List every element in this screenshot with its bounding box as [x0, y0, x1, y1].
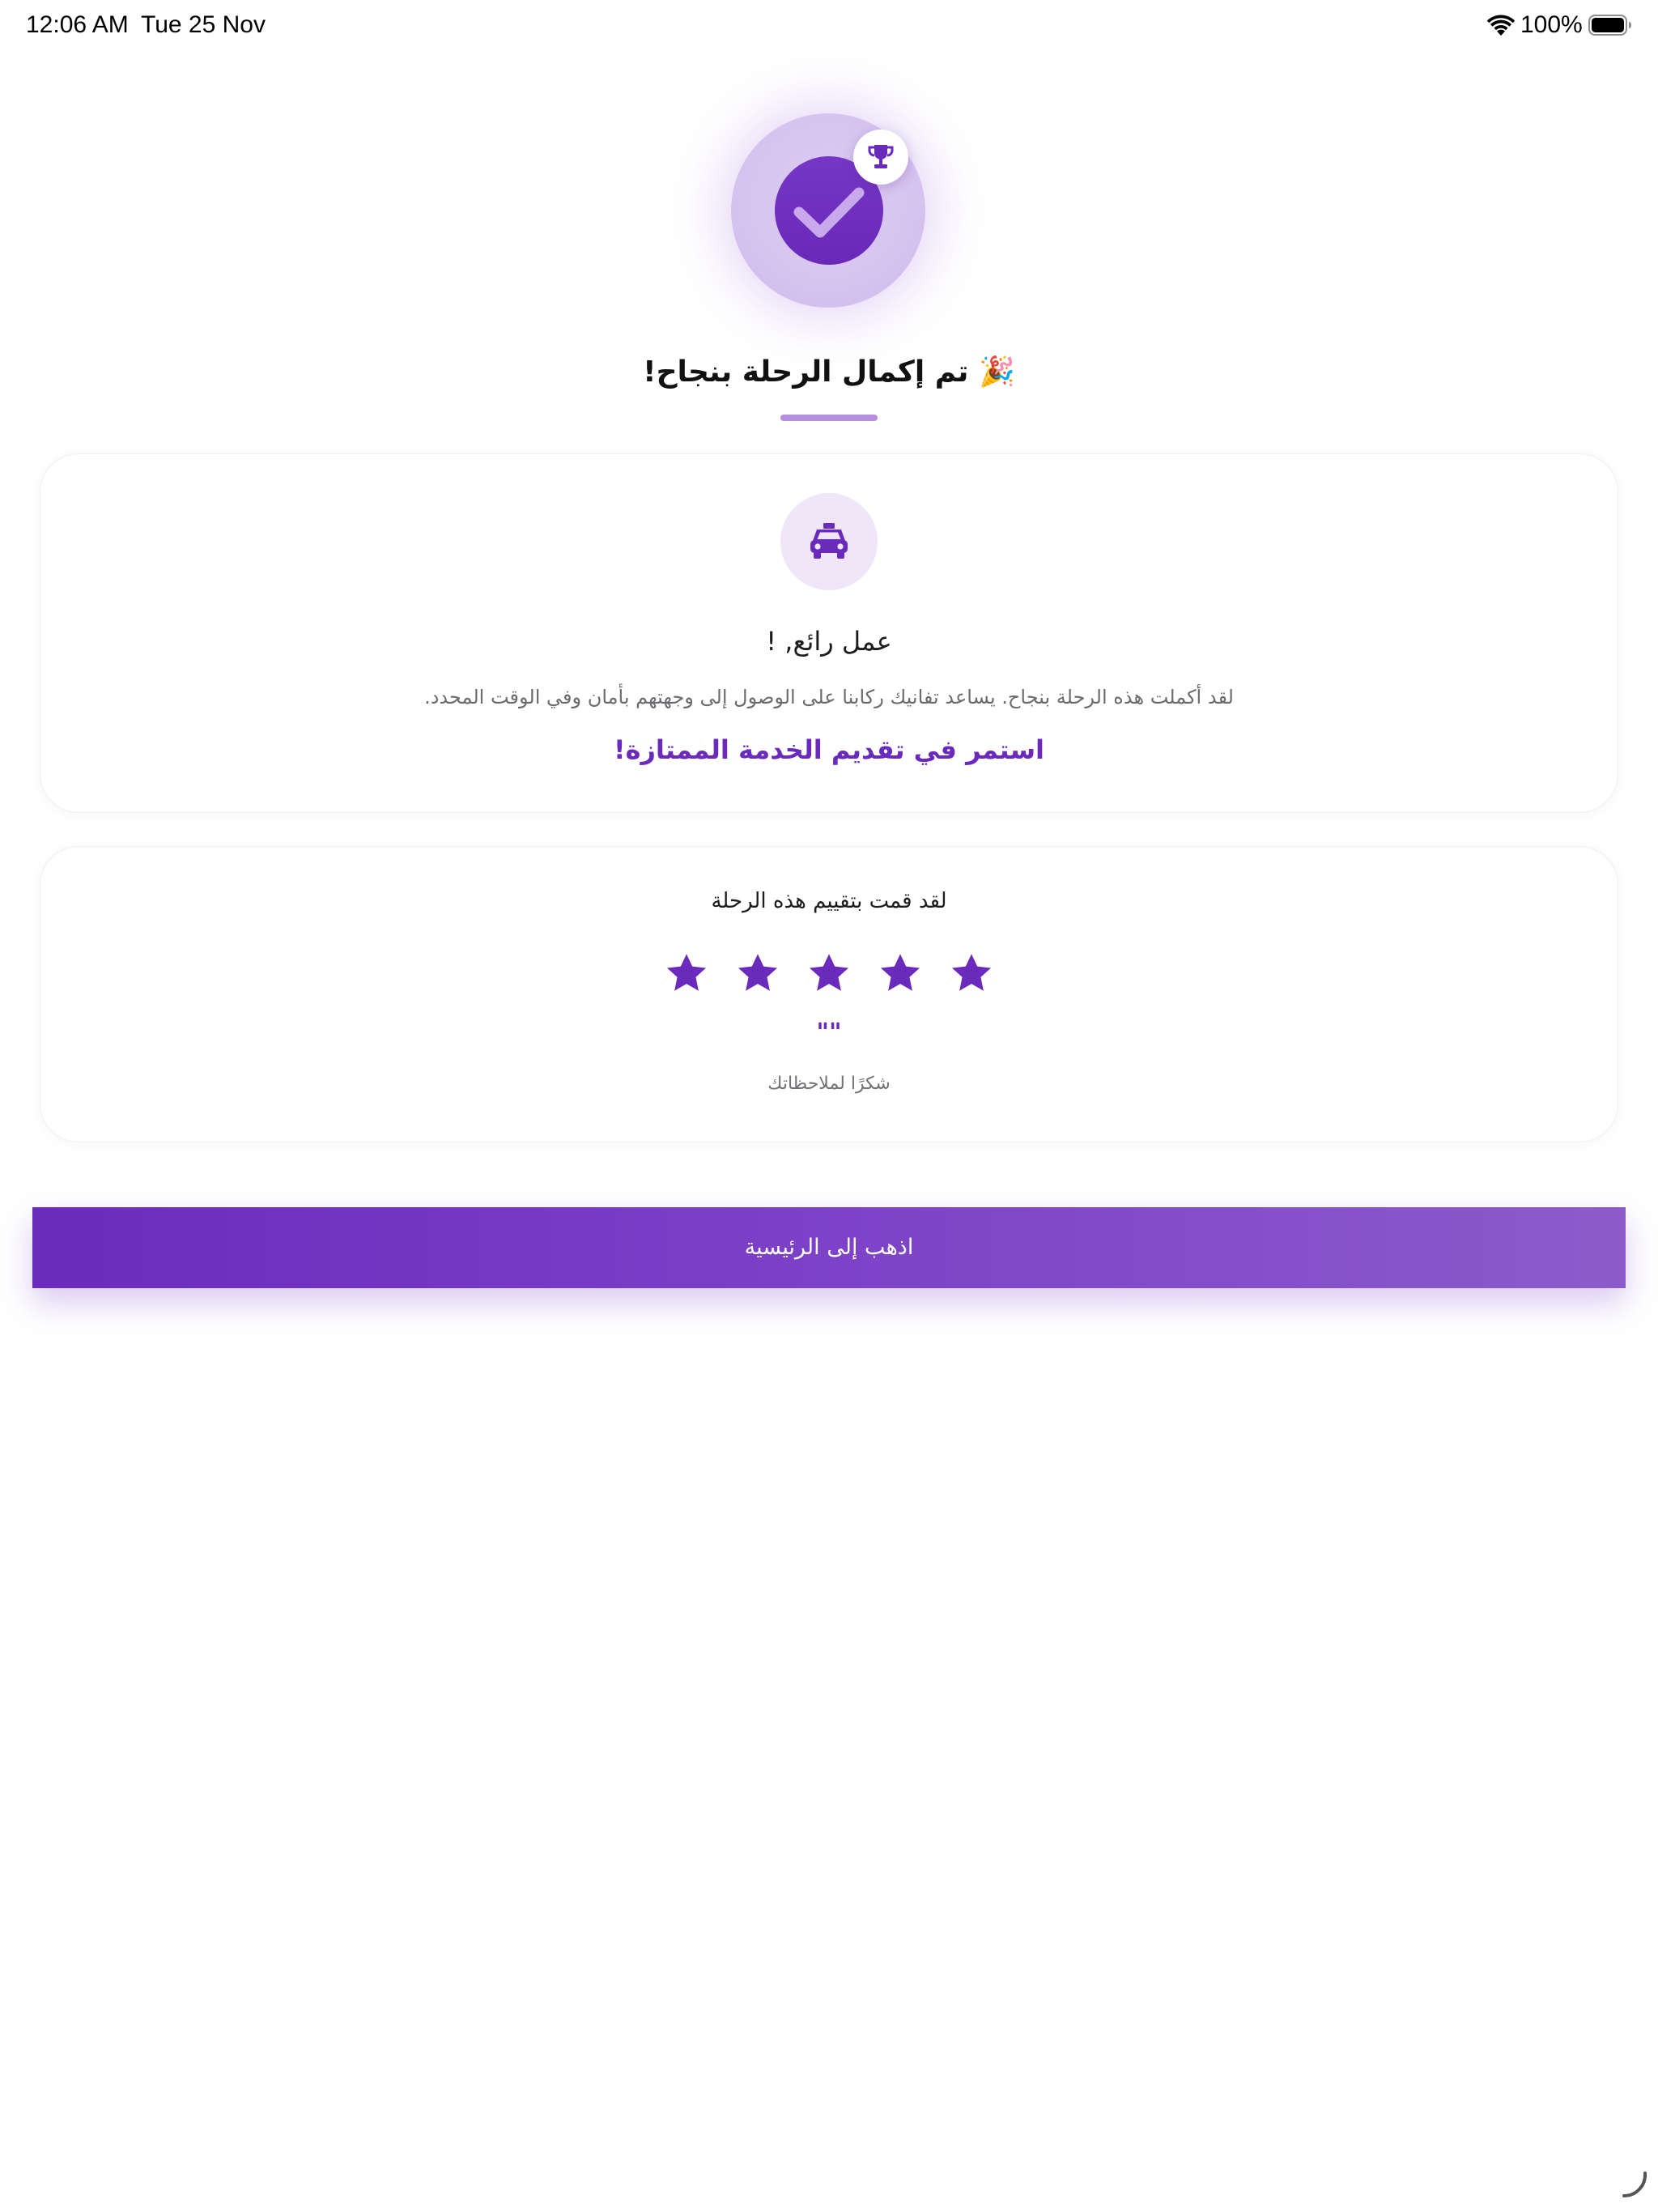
star-icon — [880, 954, 920, 991]
status-bar: 12:06 AM Tue 25 Nov 100% — [0, 0, 1658, 52]
taxi-icon-circle — [780, 493, 878, 590]
card-encouragement: استمر في تقديم الخدمة الممتازة! — [613, 734, 1044, 765]
star-icon — [666, 954, 707, 991]
star-icon — [809, 954, 849, 991]
loading-spinner-icon — [1622, 2172, 1647, 2198]
trip-success-card: عمل رائع, ! لقد أكملت هذه الرحلة بنجاح. … — [40, 453, 1618, 813]
star-icon — [951, 954, 992, 991]
rating-comment: "" — [816, 1019, 842, 1047]
go-home-button[interactable]: اذهب إلى الرئيسية — [32, 1207, 1626, 1288]
rating-heading: لقد قمت بتقييم هذه الرحلة — [711, 889, 947, 913]
status-date: Tue 25 Nov — [141, 11, 266, 38]
status-time: 12:06 AM — [26, 11, 129, 38]
trophy-badge — [853, 130, 908, 185]
taxi-icon — [810, 523, 848, 559]
wifi-icon — [1486, 15, 1516, 36]
page-title: 🎉 تم إكمال الرحلة بنجاح! — [643, 355, 1015, 389]
title-underline — [780, 415, 878, 421]
star-icon — [738, 954, 778, 991]
trip-completed-screen: 12:06 AM Tue 25 Nov 100% 🎉 تم إكمال الرح… — [0, 0, 1658, 2212]
card-heading: عمل رائع, ! — [766, 626, 892, 657]
rating-thanks: شكرًا لملاحظاتك — [767, 1074, 891, 1094]
star-rating — [40, 951, 1618, 996]
trophy-icon — [868, 145, 894, 168]
go-home-button-label: اذهب إلى الرئيسية — [744, 1235, 914, 1260]
trip-rating-card: لقد قمت بتقييم هذه الرحلة "" شكرًا لملاح… — [40, 846, 1618, 1142]
battery-percent: 100% — [1520, 11, 1583, 38]
card-description: لقد أكملت هذه الرحلة بنجاح. يساعد تفانيك… — [424, 686, 1234, 708]
battery-icon — [1588, 15, 1631, 36]
